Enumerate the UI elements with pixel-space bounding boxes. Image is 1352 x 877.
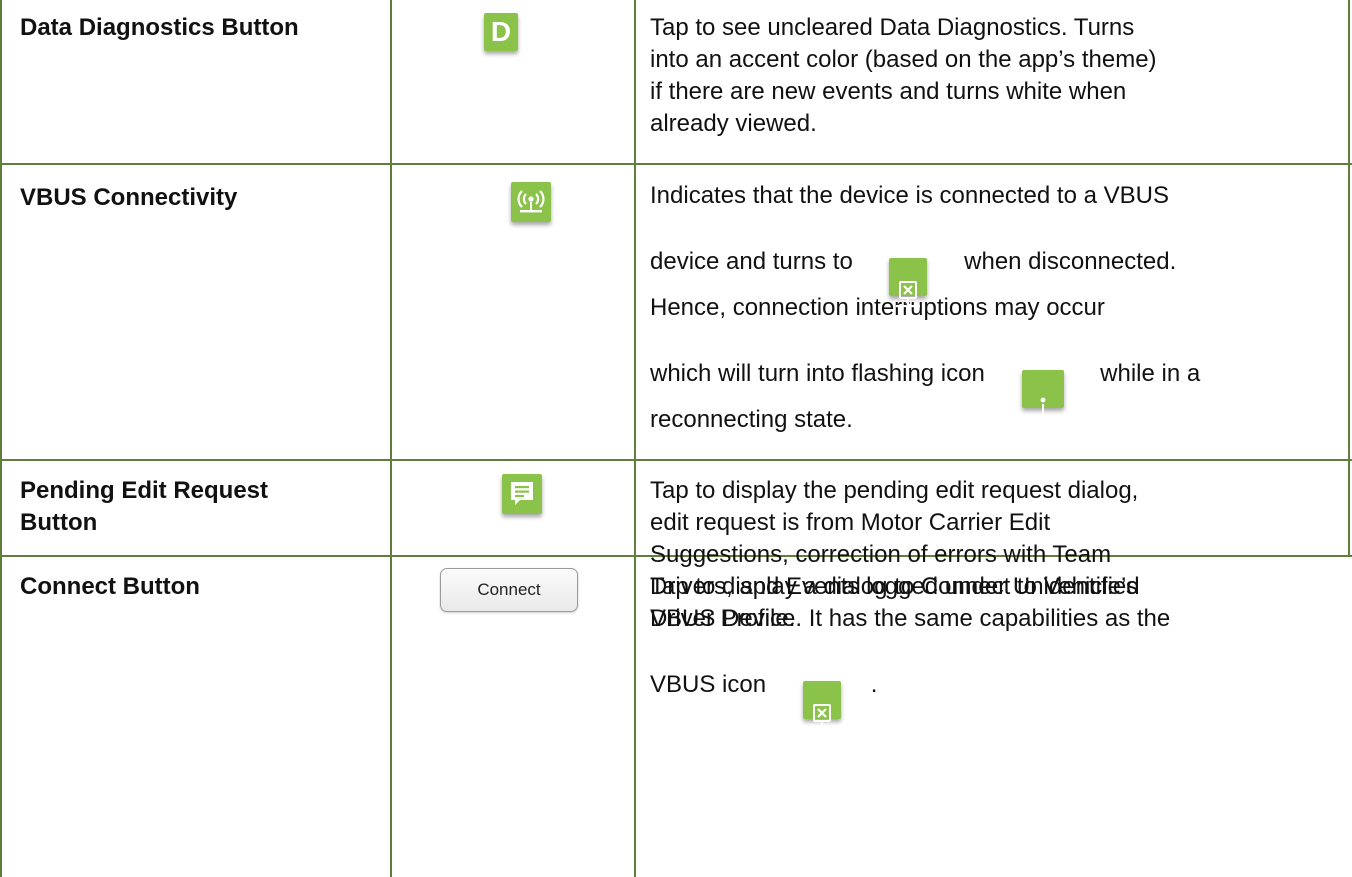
disconnected-x-icon (896, 281, 921, 308)
table-left-border (0, 0, 2, 877)
description-line: VBUS icon . (650, 635, 1340, 731)
icon-letter: D (490, 16, 512, 47)
description-line: Suggestions, correction of errors with T… (650, 541, 1112, 568)
connect-button[interactable]: Connect (440, 568, 578, 612)
row-label-line: Button (20, 509, 98, 536)
data-diagnostics-icon[interactable]: D (484, 13, 518, 51)
description-text: VBUS icon (650, 671, 767, 698)
column-divider-1 (390, 0, 392, 877)
description-line: into an accent color (based on the app’s… (650, 46, 1157, 73)
row-description: Indicates that the device is connected t… (650, 180, 1340, 436)
row-label: Connect Button (20, 573, 200, 600)
vbus-reconnecting-icon (1021, 370, 1064, 420)
description-line: Tap to see uncleared Data Diagnostics. T… (650, 14, 1135, 41)
row-label: VBUS Connectivity (20, 184, 238, 211)
vbus-disconnected-icon (889, 258, 928, 308)
description-line: which will turn into flashing icon while… (650, 324, 1340, 420)
row-description: Tap to see uncleared Data Diagnostics. T… (650, 12, 1340, 140)
table-right-border (1348, 0, 1350, 556)
description-line: if there are new events and turns white … (650, 78, 1127, 105)
row-divider-2 (0, 459, 1352, 461)
description-line: already viewed. (650, 110, 817, 137)
vbus-disconnected-icon (802, 681, 841, 731)
description-line: Tap to display the pending edit request … (650, 477, 1139, 504)
description-line: device and turns to when disconnected. (650, 212, 1340, 308)
description-text: which will turn into flashing icon (650, 360, 985, 387)
description-text: . (870, 671, 878, 698)
description-line: Tap to display a dialog to Connect to Ve… (650, 573, 1138, 600)
row-label: Pending Edit Request Button (20, 475, 268, 539)
row-label-line: Pending Edit Request (20, 477, 269, 504)
message-bubble-icon (511, 482, 533, 505)
row-label: Data Diagnostics Button (20, 14, 299, 41)
description-line: VBUS Device. It has the same capabilitie… (650, 605, 1171, 632)
description-line: reconnecting state. (650, 406, 853, 433)
description-line: Indicates that the device is connected t… (650, 182, 1169, 209)
row-divider-1 (0, 163, 1352, 165)
vbus-connected-icon[interactable] (511, 182, 551, 222)
description-line: Hence, connection interruptions may occu… (650, 294, 1105, 321)
disconnected-x-icon (809, 704, 834, 731)
description-line: edit request is from Motor Carrier Edit (650, 509, 1051, 536)
row-description: Tap to display a dialog to Connect to Ve… (650, 571, 1340, 731)
pending-edit-request-icon[interactable] (502, 474, 542, 514)
reconnecting-icon (1027, 397, 1058, 420)
description-text: device and turns to (650, 248, 853, 275)
description-text: when disconnected. (964, 248, 1177, 275)
description-text: while in a (1100, 360, 1201, 387)
broadcast-icon (517, 190, 545, 213)
column-divider-2 (634, 0, 636, 877)
